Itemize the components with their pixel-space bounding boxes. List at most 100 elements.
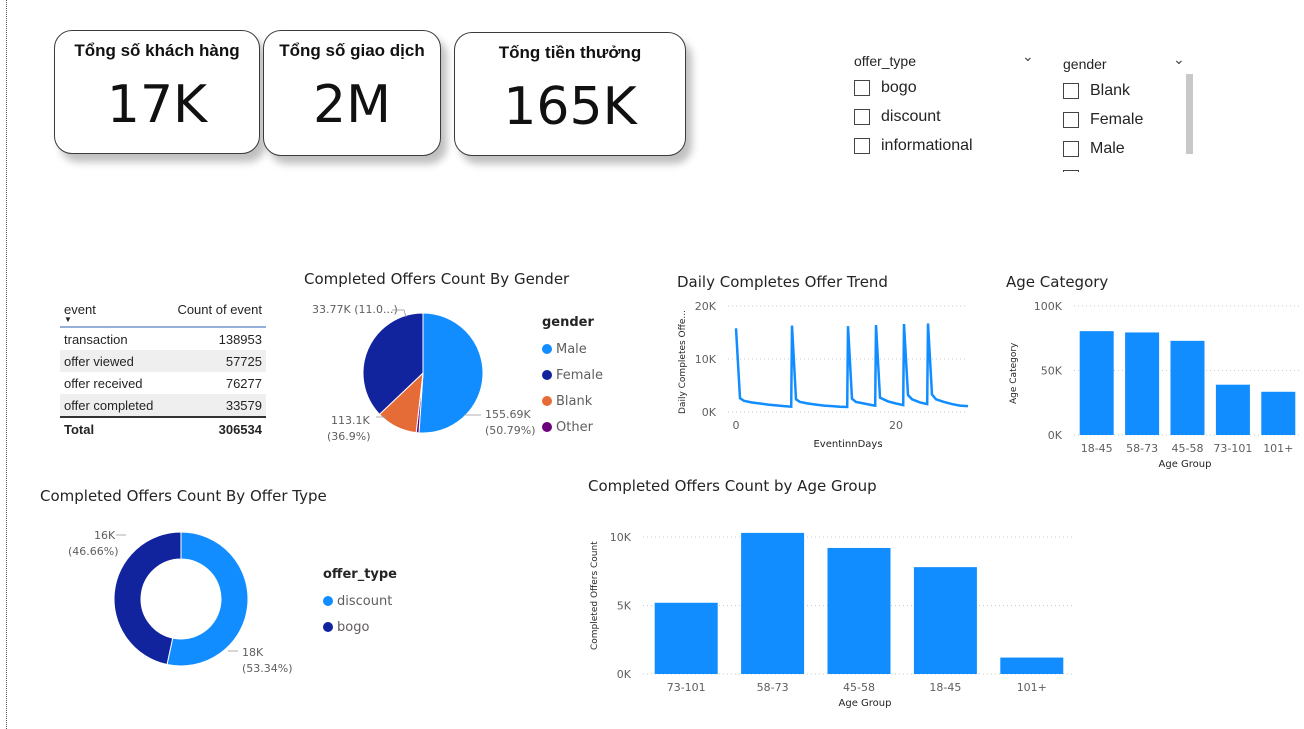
bar-18-45[interactable] — [913, 567, 977, 674]
x-tick-label: 20 — [889, 419, 903, 432]
y-tick-label: 100K — [1034, 300, 1063, 313]
bar-58-73[interactable] — [741, 532, 805, 674]
bar-73-101[interactable] — [1215, 384, 1250, 435]
bar-73-101[interactable] — [654, 602, 718, 674]
chevron-down-icon[interactable]: ⌄ — [1022, 48, 1034, 65]
bar-45-58[interactable] — [1170, 340, 1205, 435]
chevron-down-icon[interactable]: ⌄ — [1173, 56, 1185, 68]
y-axis-label: Age Category — [1009, 342, 1019, 404]
slicer-item-blank[interactable]: Blank — [1063, 76, 1193, 105]
age-category-bar-chart: Age Category Age Group 0K 50K 100K 18-45 58-… — [1009, 300, 1300, 470]
kpi-value: 17K — [106, 75, 208, 135]
y-axis-label: Completed Offers Count — [590, 541, 600, 650]
slicer-item-female[interactable]: Female — [1063, 105, 1193, 134]
y-tick-label: 0K — [617, 668, 632, 681]
age-group-bar-chart: Completed Offers Count Age Group 0K 5K 10K… — [590, 531, 1075, 709]
x-tick-label: 73-101 — [667, 681, 706, 694]
kpi-card-transactions: Tổng số giao dịch 2M — [263, 30, 441, 156]
checkbox[interactable] — [1063, 111, 1079, 128]
table-row: offer completed 33579 — [60, 394, 266, 417]
bar-101+[interactable] — [1261, 391, 1296, 435]
checkbox[interactable] — [1063, 140, 1079, 157]
x-tick-label: 58-73 — [757, 681, 789, 694]
offer-type-legend: offer_type discount bogo — [323, 567, 397, 640]
event-count-table: event ▼ Count of event transaction 138953 … — [60, 300, 266, 440]
x-tick-label: 101+ — [1017, 681, 1047, 694]
legend-item-male[interactable]: Male — [542, 336, 603, 362]
offer-type-slicer: offer_type ⌄ bogo discount informational — [854, 48, 1039, 160]
slicer-item-bogo[interactable]: bogo — [854, 73, 1039, 102]
x-tick-label: 58-73 — [1126, 442, 1158, 455]
data-label-blank: 33.77K (11.0...) — [312, 303, 398, 316]
y-tick-label: 20K — [695, 300, 717, 313]
y-tick-label: 0K — [702, 406, 717, 419]
x-tick-label: 45-58 — [1172, 442, 1204, 455]
x-tick-label: 45-58 — [843, 681, 875, 694]
table-row: offer received 76277 — [64, 375, 262, 391]
gender-legend: gender Male Female Blank Other — [542, 315, 603, 440]
checkbox[interactable] — [1063, 169, 1079, 172]
bar-45-58[interactable] — [827, 547, 891, 674]
kpi-card-rewards: Tống tiền thưởng 165K — [454, 32, 686, 156]
checkbox[interactable] — [1063, 82, 1079, 99]
pie-slice-bogo[interactable] — [113, 531, 182, 666]
table-row: transaction 138953 — [64, 331, 262, 347]
bar-58-73[interactable] — [1125, 332, 1160, 435]
y-tick-label: 10K — [695, 353, 717, 366]
slicer-header: gender ⌄ — [1063, 56, 1193, 72]
x-tick-label: 18-45 — [1081, 442, 1113, 455]
table-row: offer viewed 57725 — [60, 350, 266, 372]
kpi-title: Tổng số khách hàng — [74, 41, 240, 60]
gender-pie-title: Completed Offers Count By Gender — [304, 270, 570, 288]
x-tick-label: 0 — [733, 419, 740, 432]
slicer-item-male[interactable]: Male — [1063, 134, 1193, 163]
data-label-discount: 18K — [242, 646, 264, 659]
x-tick-label: 18-45 — [929, 681, 961, 694]
legend-item-blank[interactable]: Blank — [542, 388, 603, 414]
age-group-bar-title: Completed Offers Count by Age Group — [588, 477, 877, 495]
data-label-bogo: 16K — [94, 529, 116, 542]
legend-item-discount[interactable]: discount — [323, 588, 397, 614]
gender-slicer: gender ⌄ Blank Female Male — [1063, 56, 1193, 172]
x-axis-label: Age Group — [1159, 459, 1212, 470]
slicer-item-discount[interactable]: discount — [854, 102, 1039, 131]
y-axis-label: Daily Completes Offe... — [678, 310, 688, 414]
data-label-bogo-pct: (46.66%) — [68, 545, 119, 558]
y-tick-label: 10K — [610, 531, 632, 544]
x-tick-label: 73-101 — [1213, 442, 1252, 455]
checkbox[interactable] — [854, 79, 870, 96]
daily-trend-title: Daily Completes Offer Trend — [677, 273, 888, 291]
legend-item-female[interactable]: Female — [542, 362, 603, 388]
slicer-header: offer_type ⌄ — [854, 48, 1039, 69]
bar-101+[interactable] — [1000, 657, 1064, 674]
page-left-border — [6, 0, 7, 729]
age-category-title: Age Category — [1006, 273, 1109, 291]
column-header-count[interactable]: Count of event — [165, 300, 266, 328]
scrollbar[interactable] — [1186, 74, 1193, 154]
gender-pie-chart: 33.77K (11.0...) 113.1K (36.9%) 155.69K … — [312, 303, 536, 443]
checkbox[interactable] — [854, 137, 870, 154]
data-label-female: 113.1K — [331, 414, 370, 427]
data-label-discount-pct: (53.34%) — [242, 662, 293, 675]
slicer-title: offer_type — [854, 53, 917, 69]
y-tick-label: 0K — [1048, 429, 1063, 442]
legend-item-bogo[interactable]: bogo — [323, 614, 397, 640]
data-label-female-pct: (36.9%) — [327, 430, 371, 443]
offer-type-donut-title: Completed Offers Count By Offer Type — [40, 487, 327, 505]
kpi-value: 2M — [313, 75, 391, 135]
slicer-title: gender — [1063, 56, 1107, 72]
y-tick-label: 5K — [617, 600, 632, 613]
checkbox[interactable] — [854, 108, 870, 125]
slicer-item-informational[interactable]: informational — [854, 131, 1039, 160]
bar-18-45[interactable] — [1079, 331, 1114, 435]
daily-trend-line-chart: Daily Completes Offe... EventinnDays 0K 1… — [678, 300, 969, 450]
series-line[interactable] — [734, 323, 969, 409]
column-header-event[interactable]: event ▼ — [60, 300, 166, 328]
x-axis-label: Age Group — [839, 698, 892, 709]
table-total-row: Total 306534 — [60, 416, 266, 440]
offer-type-donut-chart: 16K (46.66%) 18K (53.34%) — [68, 529, 293, 675]
legend-item-other[interactable]: Other — [542, 414, 603, 440]
kpi-title: Tống tiền thưởng — [498, 43, 642, 62]
data-label-male-pct: (50.79%) — [485, 424, 536, 437]
x-tick-label: 101+ — [1263, 442, 1293, 455]
